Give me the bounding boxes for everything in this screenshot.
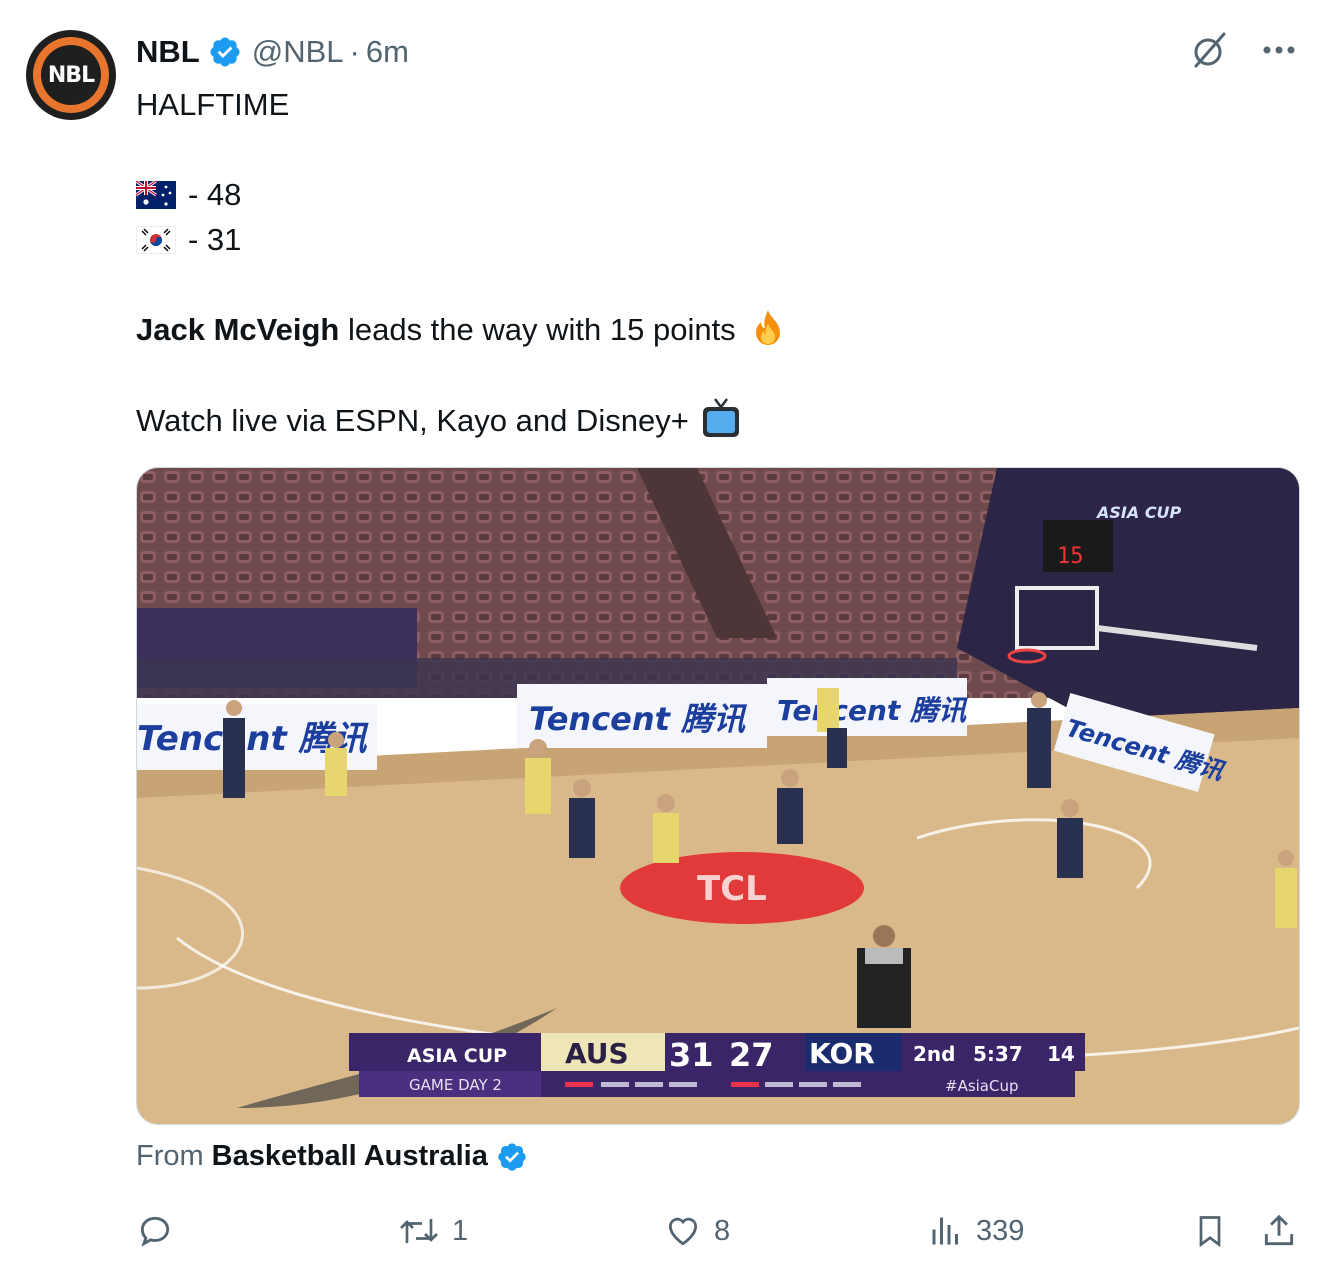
scorebug-away-team: KOR bbox=[809, 1037, 875, 1070]
scorebug-clock: 5:37 bbox=[973, 1042, 1023, 1066]
post-time[interactable]: 6m bbox=[366, 34, 409, 70]
tweet-header: NBL @NBL · 6m bbox=[136, 32, 409, 72]
avatar-ring: NBL bbox=[33, 37, 109, 113]
arena-banner: ASIA CUP bbox=[1095, 503, 1182, 522]
player-line: Jack McVeigh leads the way with 15 point… bbox=[136, 307, 1296, 352]
like-icon bbox=[668, 1217, 698, 1246]
grok-icon[interactable] bbox=[1190, 30, 1230, 70]
ad-board-2: Tencent 腾讯 bbox=[517, 684, 767, 748]
svg-text:Tencent 腾讯: Tencent 腾讯 bbox=[777, 694, 968, 727]
score-line-australia: - 48 bbox=[136, 172, 1296, 217]
more-icon[interactable] bbox=[1262, 45, 1296, 55]
action-bar: 1 8 339 bbox=[0, 1206, 1326, 1256]
author-name[interactable]: NBL bbox=[136, 34, 200, 70]
player-name: Jack McVeigh bbox=[136, 312, 340, 347]
scorebug-shot-clock: 14 bbox=[1047, 1042, 1075, 1066]
scorebug-away-score: 27 bbox=[729, 1036, 774, 1074]
text-line-halftime: HALFTIME bbox=[136, 87, 290, 122]
scorebug-subtitle: GAME DAY 2 bbox=[409, 1076, 502, 1094]
ad-board-3: Tencent 腾讯 bbox=[767, 678, 968, 736]
korea-flag-icon bbox=[136, 226, 176, 254]
score-line-korea: - 31 bbox=[136, 217, 1296, 262]
scorebug-hashtag: #AsiaCup bbox=[945, 1077, 1019, 1095]
like-button[interactable]: 8 bbox=[664, 1206, 730, 1256]
from-label: From bbox=[136, 1140, 204, 1172]
avatar-logo-text: NBL bbox=[41, 45, 101, 105]
verified-icon bbox=[210, 37, 240, 67]
court-logo: TCL bbox=[697, 869, 767, 909]
tv-icon bbox=[702, 398, 739, 437]
retweet-icon bbox=[400, 1219, 438, 1243]
game-scene: ASIA CUP 15 Tencent 腾讯 Tencent 腾讯 Tencen… bbox=[137, 468, 1299, 1124]
watch-text: Watch live via ESPN, Kayo and Disney+ bbox=[136, 403, 689, 438]
tweet-text: HALFTIME - 48 - 31 Jack McVeigh leads th… bbox=[136, 82, 1296, 443]
reply-button[interactable] bbox=[136, 1206, 174, 1256]
views-button[interactable]: 339 bbox=[928, 1206, 1024, 1256]
scorebug-period: 2nd bbox=[913, 1042, 955, 1066]
share-icon bbox=[1264, 1214, 1294, 1246]
score-korea: - 31 bbox=[188, 222, 242, 257]
scorebug: ASIA CUP GAME DAY 2 AUS 31 27 KOR 2nd 5:… bbox=[349, 1033, 1085, 1097]
scorebug-tournament: ASIA CUP bbox=[407, 1045, 507, 1067]
media-image[interactable]: ASIA CUP 15 Tencent 腾讯 Tencent 腾讯 Tencen… bbox=[136, 467, 1300, 1125]
scorebug-home-score: 31 bbox=[669, 1036, 714, 1074]
retweet-count: 1 bbox=[452, 1214, 469, 1247]
author-handle[interactable]: @NBL bbox=[252, 34, 344, 70]
like-count: 8 bbox=[714, 1214, 731, 1247]
views-icon bbox=[932, 1217, 958, 1245]
reply-icon bbox=[140, 1216, 170, 1247]
header-separator: · bbox=[349, 34, 360, 69]
fire-icon bbox=[755, 310, 780, 345]
top-right-actions bbox=[1190, 30, 1296, 70]
bookmark-icon bbox=[1199, 1216, 1221, 1248]
player-stat-text: leads the way with 15 points bbox=[339, 312, 736, 347]
australia-flag-icon bbox=[136, 181, 176, 209]
bookmark-button[interactable] bbox=[1192, 1206, 1228, 1256]
score-australia: - 48 bbox=[188, 177, 242, 212]
source-account[interactable]: Basketball Australia bbox=[212, 1140, 488, 1173]
view-count: 339 bbox=[976, 1214, 1025, 1247]
shot-clock-value: 15 bbox=[1057, 544, 1084, 569]
scorebug-home-team: AUS bbox=[565, 1037, 629, 1070]
media-source: From Basketball Australia bbox=[136, 1140, 528, 1173]
verified-icon bbox=[498, 1142, 526, 1171]
avatar[interactable]: NBL bbox=[26, 30, 116, 120]
watch-line: Watch live via ESPN, Kayo and Disney+ bbox=[136, 397, 1296, 443]
share-button[interactable] bbox=[1260, 1206, 1298, 1256]
svg-text:Tencent 腾讯: Tencent 腾讯 bbox=[529, 700, 747, 738]
retweet-button[interactable]: 1 bbox=[398, 1206, 468, 1256]
